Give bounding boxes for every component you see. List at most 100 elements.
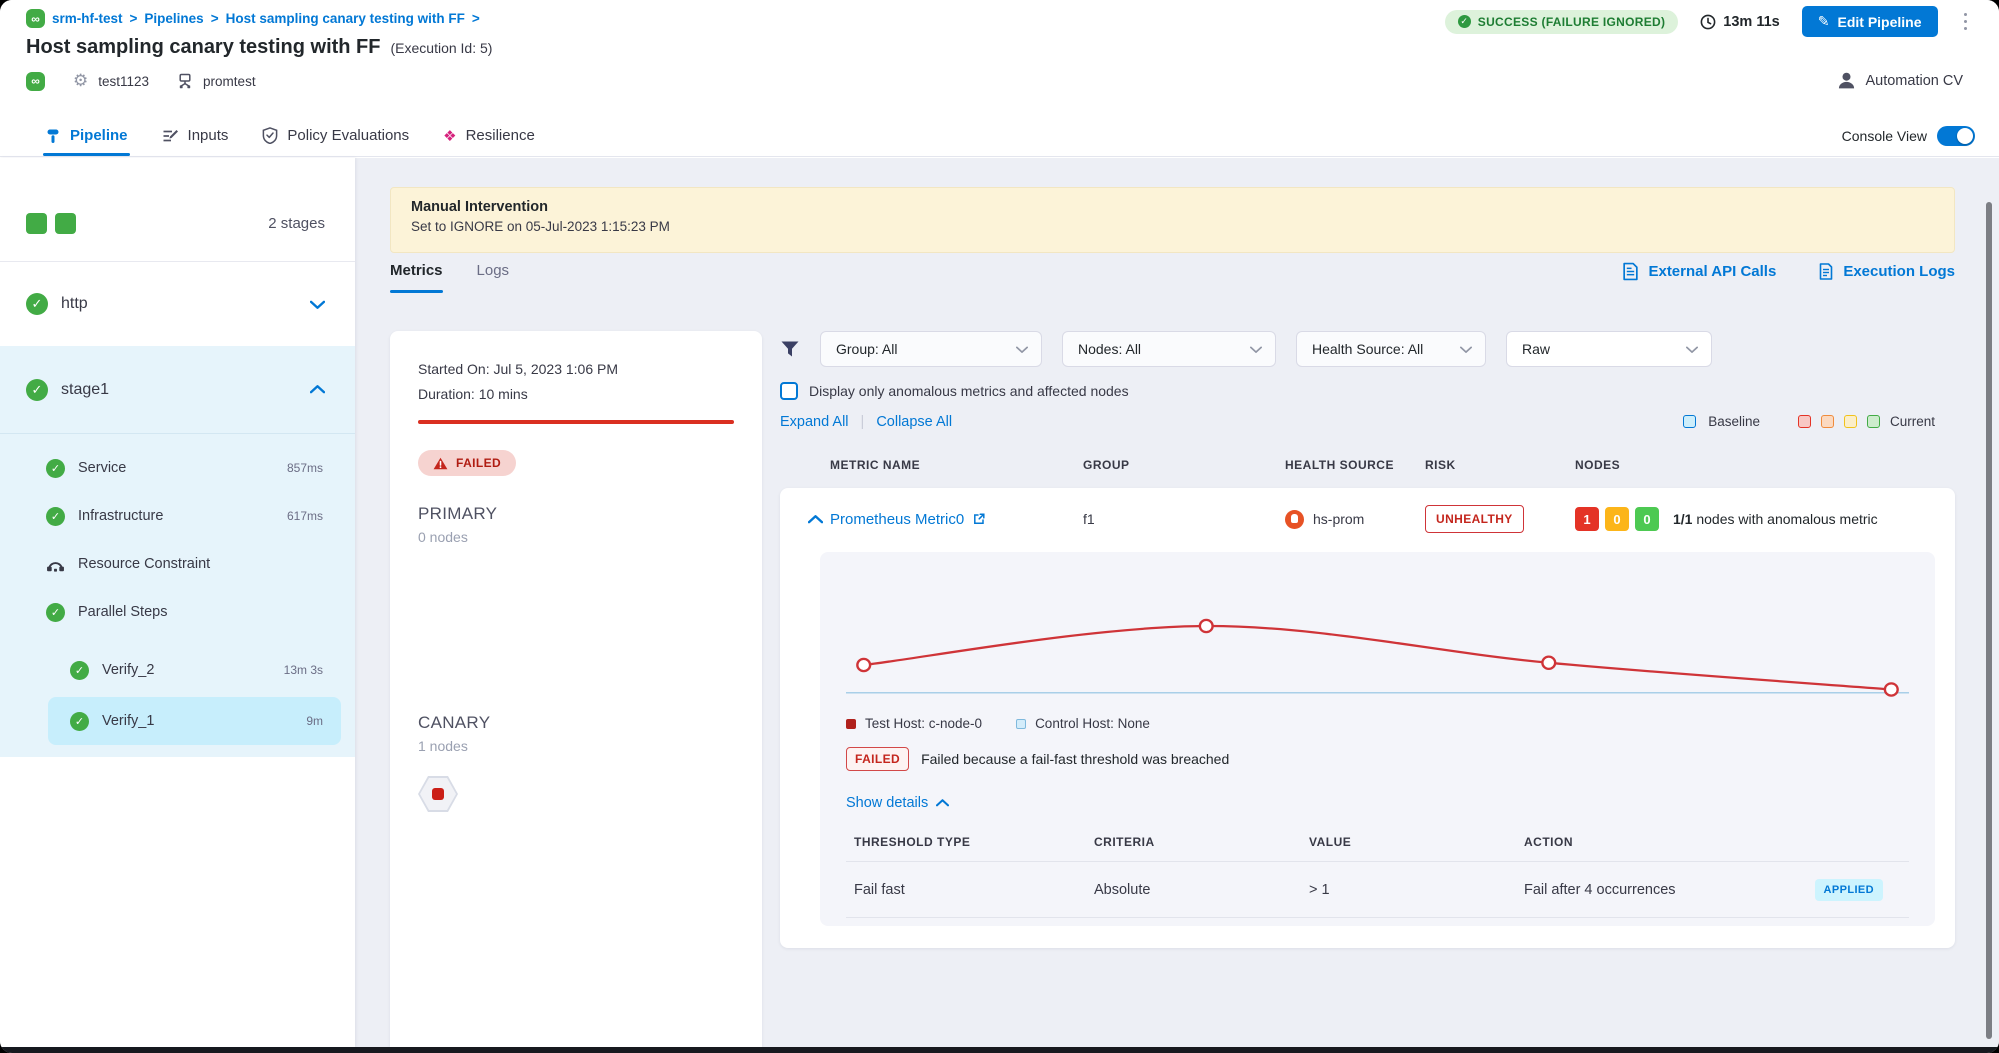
anomalous-nodes-text: 1/1 nodes with anomalous metric bbox=[1673, 511, 1878, 527]
anomalous-filter-row: Display only anomalous metrics and affec… bbox=[780, 382, 1955, 400]
verification-failed-badge: FAILED bbox=[418, 450, 516, 476]
health-source-filter-dropdown[interactable]: Health Source: All bbox=[1296, 331, 1486, 367]
current-orange-swatch bbox=[1821, 415, 1834, 428]
collapse-chevron-icon[interactable] bbox=[808, 515, 823, 524]
window-bottom-edge bbox=[0, 1047, 1999, 1053]
step-infrastructure[interactable]: ✓ Infrastructure 617ms bbox=[0, 492, 355, 540]
tab-logs[interactable]: Logs bbox=[477, 262, 510, 293]
tab-resilience[interactable]: ❖ Resilience bbox=[443, 115, 535, 156]
show-details-link[interactable]: Show details bbox=[846, 795, 1909, 811]
step-duration: 617ms bbox=[287, 509, 323, 523]
tab-pipeline[interactable]: Pipeline bbox=[45, 115, 128, 156]
breadcrumb-project[interactable]: srm-hf-test bbox=[52, 11, 123, 26]
success-check-icon: ✓ bbox=[46, 507, 65, 526]
environment-name[interactable]: promtest bbox=[203, 74, 256, 89]
warning-triangle-icon bbox=[433, 457, 448, 470]
execution-logs-link[interactable]: Execution Logs bbox=[1818, 262, 1955, 281]
app-window: ∞ srm-hf-test > Pipelines > Host samplin… bbox=[0, 0, 1999, 1053]
more-options-menu[interactable] bbox=[1960, 9, 1972, 35]
collapse-all-link[interactable]: Collapse All bbox=[876, 414, 952, 430]
triggered-by-user: Automation CV bbox=[1837, 71, 1963, 90]
edit-pipeline-button[interactable]: ✎ Edit Pipeline bbox=[1802, 6, 1938, 37]
success-check-icon: ✓ bbox=[26, 379, 48, 401]
chevron-down-icon bbox=[1016, 346, 1028, 353]
step-parallel-steps[interactable]: ✓ Parallel Steps bbox=[0, 588, 355, 636]
canary-label: CANARY bbox=[418, 713, 734, 733]
metric-row[interactable]: Prometheus Metric0 f1 hs-prom UNHEALTHY bbox=[780, 488, 1955, 550]
tab-metrics[interactable]: Metrics bbox=[390, 262, 443, 293]
col-threshold-type: THRESHOLD TYPE bbox=[854, 835, 1094, 849]
success-check-icon: ✓ bbox=[26, 293, 48, 315]
metric-group: f1 bbox=[1083, 511, 1285, 527]
filter-funnel-icon[interactable] bbox=[780, 340, 800, 358]
stage-count: 2 stages bbox=[268, 215, 325, 232]
chevron-up-icon[interactable] bbox=[310, 385, 325, 394]
tab-policy-evaluations[interactable]: Policy Evaluations bbox=[262, 115, 409, 156]
banner-subtitle: Set to IGNORE on 05-Jul-2023 1:15:23 PM bbox=[411, 219, 1934, 234]
col-risk: RISK bbox=[1425, 458, 1575, 472]
check-icon: ✓ bbox=[1458, 15, 1471, 28]
metric-health-source: hs-prom bbox=[1285, 510, 1425, 529]
nodes-filter-dropdown[interactable]: Nodes: All bbox=[1062, 331, 1276, 367]
breadcrumb-separator: > bbox=[211, 11, 219, 26]
col-metric-name: METRIC NAME bbox=[830, 458, 1083, 472]
failure-reason-row: FAILED Failed because a fail-fast thresh… bbox=[846, 747, 1909, 771]
vertical-scrollbar[interactable] bbox=[1986, 202, 1992, 1039]
clock-icon bbox=[1700, 14, 1716, 30]
step-resource-constraint[interactable]: Resource Constraint bbox=[0, 540, 355, 588]
sidebar-stage-stage1[interactable]: ✓ stage1 bbox=[0, 346, 355, 434]
chevron-down-icon[interactable] bbox=[310, 300, 325, 309]
primary-node-count: 0 nodes bbox=[418, 529, 734, 545]
prometheus-icon bbox=[1285, 510, 1304, 529]
anomalous-checkbox[interactable] bbox=[780, 382, 798, 400]
execution-sidebar: 2 stages ✓ http ✓ stage1 ✓ Service 857ms… bbox=[0, 158, 355, 1047]
chart-line bbox=[864, 626, 1892, 689]
step-service[interactable]: ✓ Service 857ms bbox=[0, 444, 355, 492]
page-title: Host sampling canary testing with FF bbox=[26, 36, 381, 59]
chevron-down-icon bbox=[1686, 346, 1698, 353]
failed-badge: FAILED bbox=[846, 747, 909, 771]
col-criteria: CRITERIA bbox=[1094, 835, 1309, 849]
test-host-swatch bbox=[846, 719, 856, 729]
stages-summary: 2 stages bbox=[0, 158, 355, 262]
breadcrumb-pipelines[interactable]: Pipelines bbox=[144, 11, 203, 26]
test-host-legend: Test Host: c-node-0 bbox=[846, 716, 982, 731]
sidebar-stage-http[interactable]: ✓ http bbox=[0, 262, 355, 346]
expand-collapse-row: Expand All | Collapse All Baseline Curre… bbox=[780, 414, 1955, 430]
service-name[interactable]: test1123 bbox=[98, 74, 149, 89]
failure-reason-text: Failed because a fail-fast threshold was… bbox=[921, 751, 1229, 767]
separator: | bbox=[861, 414, 865, 430]
execution-id: (Execution Id: 5) bbox=[391, 40, 493, 56]
canary-node-hexagon[interactable] bbox=[418, 776, 458, 812]
pencil-icon: ✎ bbox=[1818, 13, 1830, 30]
data-mode-dropdown[interactable]: Raw bbox=[1506, 331, 1712, 367]
avatar-icon bbox=[1837, 71, 1856, 90]
risk-badge-unhealthy: UNHEALTHY bbox=[1425, 505, 1524, 533]
metric-name-link[interactable]: Prometheus Metric0 bbox=[830, 511, 1083, 528]
current-yellow-swatch bbox=[1844, 415, 1857, 428]
resilience-icon: ❖ bbox=[443, 127, 456, 145]
external-api-calls-link[interactable]: External API Calls bbox=[1622, 262, 1776, 281]
console-view-label: Console View bbox=[1842, 128, 1927, 144]
threshold-action: Fail after 4 occurrences bbox=[1524, 882, 1676, 898]
step-verify-1[interactable]: ✓ Verify_1 9m bbox=[48, 697, 341, 745]
success-check-icon: ✓ bbox=[46, 459, 65, 478]
breadcrumb-pipeline-name[interactable]: Host sampling canary testing with FF bbox=[226, 11, 465, 26]
control-host-legend: Control Host: None bbox=[1016, 716, 1150, 731]
group-filter-dropdown[interactable]: Group: All bbox=[820, 331, 1042, 367]
metric-line-chart[interactable] bbox=[846, 574, 1909, 706]
step-verify-2[interactable]: ✓ Verify_2 13m 3s bbox=[48, 646, 341, 694]
expand-all-link[interactable]: Expand All bbox=[780, 414, 849, 430]
duration: Duration: 10 mins bbox=[418, 382, 734, 407]
threshold-table-row: Fail fast Absolute > 1 Fail after 4 occu… bbox=[846, 862, 1909, 918]
console-view-toggle[interactable] bbox=[1937, 126, 1975, 146]
breadcrumb-separator: > bbox=[472, 11, 480, 26]
threshold-type: Fail fast bbox=[854, 882, 1094, 898]
primary-label: PRIMARY bbox=[418, 504, 734, 524]
title-row: Host sampling canary testing with FF (Ex… bbox=[26, 36, 492, 59]
step-duration: 857ms bbox=[287, 461, 323, 475]
main-tabbar: Pipeline Inputs Policy Evaluations ❖ Res… bbox=[0, 115, 1999, 157]
tab-inputs[interactable]: Inputs bbox=[162, 115, 229, 156]
log-links: External API Calls Execution Logs bbox=[1622, 262, 1955, 281]
current-red-swatch bbox=[1798, 415, 1811, 428]
